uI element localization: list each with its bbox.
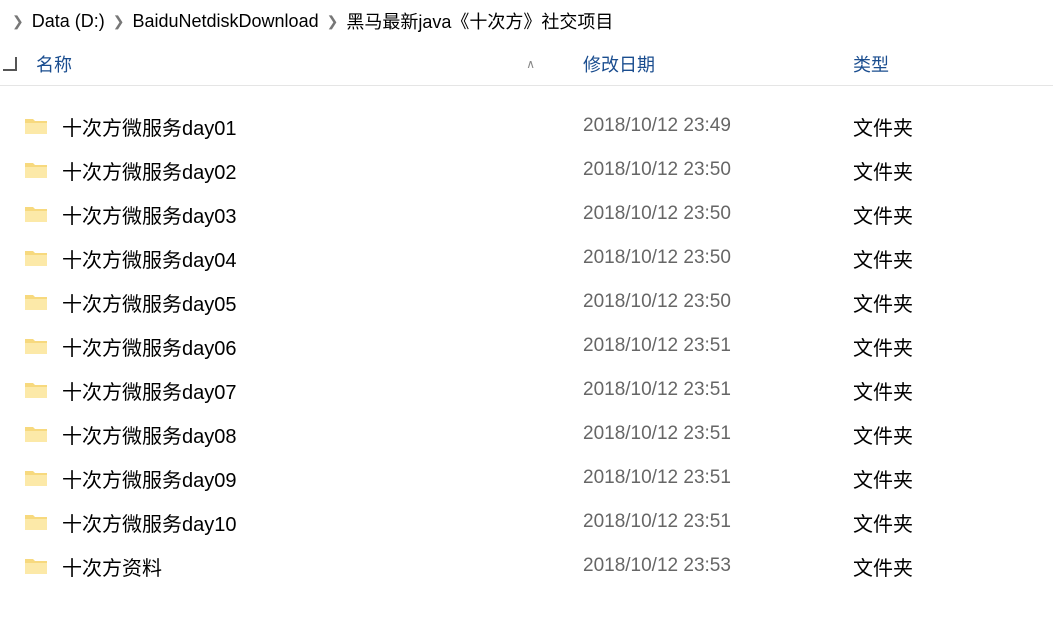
folder-icon <box>24 380 48 400</box>
breadcrumb-item-drive[interactable]: Data (D:) <box>32 11 105 32</box>
file-name: 十次方微服务day10 <box>62 508 237 537</box>
file-row[interactable]: 十次方微服务day02 2018/10/12 23:50文件夹 <box>0 148 1053 192</box>
file-name: 十次方微服务day02 <box>62 156 237 185</box>
file-type: 文件夹 <box>845 288 1053 317</box>
file-row[interactable]: 十次方微服务day06 2018/10/12 23:51文件夹 <box>0 324 1053 368</box>
file-type: 文件夹 <box>845 112 1053 141</box>
column-header-row: 名称 ∧ 修改日期 类型 <box>0 42 1053 86</box>
file-type: 文件夹 <box>845 464 1053 493</box>
file-row[interactable]: 十次方微服务day10 2018/10/12 23:51文件夹 <box>0 500 1053 544</box>
folder-icon <box>24 424 48 444</box>
file-name: 十次方资料 <box>62 552 162 581</box>
column-header-date[interactable]: 修改日期 <box>575 51 845 77</box>
breadcrumb-item-folder2[interactable]: 黑马最新java《十次方》社交项目 <box>346 8 613 34</box>
chevron-right-icon: ❯ <box>12 13 24 30</box>
file-date: 2018/10/12 23:50 <box>575 203 845 225</box>
file-name: 十次方微服务day08 <box>62 420 237 449</box>
file-date: 2018/10/12 23:51 <box>575 467 845 489</box>
folder-icon <box>24 292 48 312</box>
file-row-name-cell: 十次方微服务day02 <box>20 156 575 185</box>
file-row-name-cell: 十次方微服务day01 <box>20 112 575 141</box>
file-name: 十次方微服务day09 <box>62 464 237 493</box>
file-type: 文件夹 <box>845 156 1053 185</box>
file-row-name-cell: 十次方微服务day04 <box>20 244 575 273</box>
file-list: 十次方微服务day012018/10/12 23:49文件夹十次方微服务day0… <box>0 86 1053 588</box>
column-header-type[interactable]: 类型 <box>845 51 1053 77</box>
file-type: 文件夹 <box>845 376 1053 405</box>
file-row-name-cell: 十次方微服务day09 <box>20 464 575 493</box>
file-name: 十次方微服务day05 <box>62 288 237 317</box>
file-name: 十次方微服务day07 <box>62 376 237 405</box>
file-row-name-cell: 十次方资料 <box>20 552 575 581</box>
file-name: 十次方微服务day04 <box>62 244 237 273</box>
file-type: 文件夹 <box>845 420 1053 449</box>
file-date: 2018/10/12 23:49 <box>575 115 845 137</box>
select-all-checkbox[interactable] <box>0 57 20 71</box>
file-row-name-cell: 十次方微服务day06 <box>20 332 575 361</box>
file-date: 2018/10/12 23:51 <box>575 379 845 401</box>
column-header-name-label: 名称 <box>36 55 72 75</box>
file-row-name-cell: 十次方微服务day05 <box>20 288 575 317</box>
file-date: 2018/10/12 23:51 <box>575 511 845 533</box>
file-date: 2018/10/12 23:50 <box>575 247 845 269</box>
checkbox-icon <box>3 57 17 71</box>
folder-icon <box>24 556 48 576</box>
file-date: 2018/10/12 23:53 <box>575 555 845 577</box>
file-row[interactable]: 十次方微服务day04 2018/10/12 23:50文件夹 <box>0 236 1053 280</box>
column-header-name[interactable]: 名称 ∧ <box>20 51 575 77</box>
chevron-right-icon: ❯ <box>113 13 125 30</box>
file-type: 文件夹 <box>845 244 1053 273</box>
file-row-name-cell: 十次方微服务day10 <box>20 508 575 537</box>
file-type: 文件夹 <box>845 332 1053 361</box>
file-row[interactable]: 十次方微服务day05 2018/10/12 23:50文件夹 <box>0 280 1053 324</box>
file-row[interactable]: 十次方微服务day07 2018/10/12 23:51文件夹 <box>0 368 1053 412</box>
file-row[interactable]: 十次方微服务day03 2018/10/12 23:50文件夹 <box>0 192 1053 236</box>
folder-icon <box>24 160 48 180</box>
file-name: 十次方微服务day06 <box>62 332 237 361</box>
file-type: 文件夹 <box>845 508 1053 537</box>
folder-icon <box>24 204 48 224</box>
file-row[interactable]: 十次方微服务day09 2018/10/12 23:51文件夹 <box>0 456 1053 500</box>
breadcrumb: ❯ Data (D:) ❯ BaiduNetdiskDownload ❯ 黑马最… <box>0 0 1053 42</box>
chevron-right-icon: ❯ <box>327 13 339 30</box>
folder-icon <box>24 512 48 532</box>
file-row-name-cell: 十次方微服务day07 <box>20 376 575 405</box>
file-row-name-cell: 十次方微服务day03 <box>20 200 575 229</box>
folder-icon <box>24 116 48 136</box>
file-row[interactable]: 十次方资料 2018/10/12 23:53文件夹 <box>0 544 1053 588</box>
file-date: 2018/10/12 23:51 <box>575 335 845 357</box>
file-name: 十次方微服务day01 <box>62 112 237 141</box>
column-header-type-label: 类型 <box>853 55 889 75</box>
breadcrumb-item-folder1[interactable]: BaiduNetdiskDownload <box>132 11 318 32</box>
column-header-date-label: 修改日期 <box>583 55 655 75</box>
file-row[interactable]: 十次方微服务day01 2018/10/12 23:49文件夹 <box>0 104 1053 148</box>
folder-icon <box>24 336 48 356</box>
folder-icon <box>24 468 48 488</box>
file-name: 十次方微服务day03 <box>62 200 237 229</box>
file-date: 2018/10/12 23:51 <box>575 423 845 445</box>
file-date: 2018/10/12 23:50 <box>575 159 845 181</box>
sort-indicator-icon: ∧ <box>526 57 535 71</box>
file-row[interactable]: 十次方微服务day08 2018/10/12 23:51文件夹 <box>0 412 1053 456</box>
file-date: 2018/10/12 23:50 <box>575 291 845 313</box>
file-type: 文件夹 <box>845 200 1053 229</box>
file-type: 文件夹 <box>845 552 1053 581</box>
folder-icon <box>24 248 48 268</box>
file-row-name-cell: 十次方微服务day08 <box>20 420 575 449</box>
